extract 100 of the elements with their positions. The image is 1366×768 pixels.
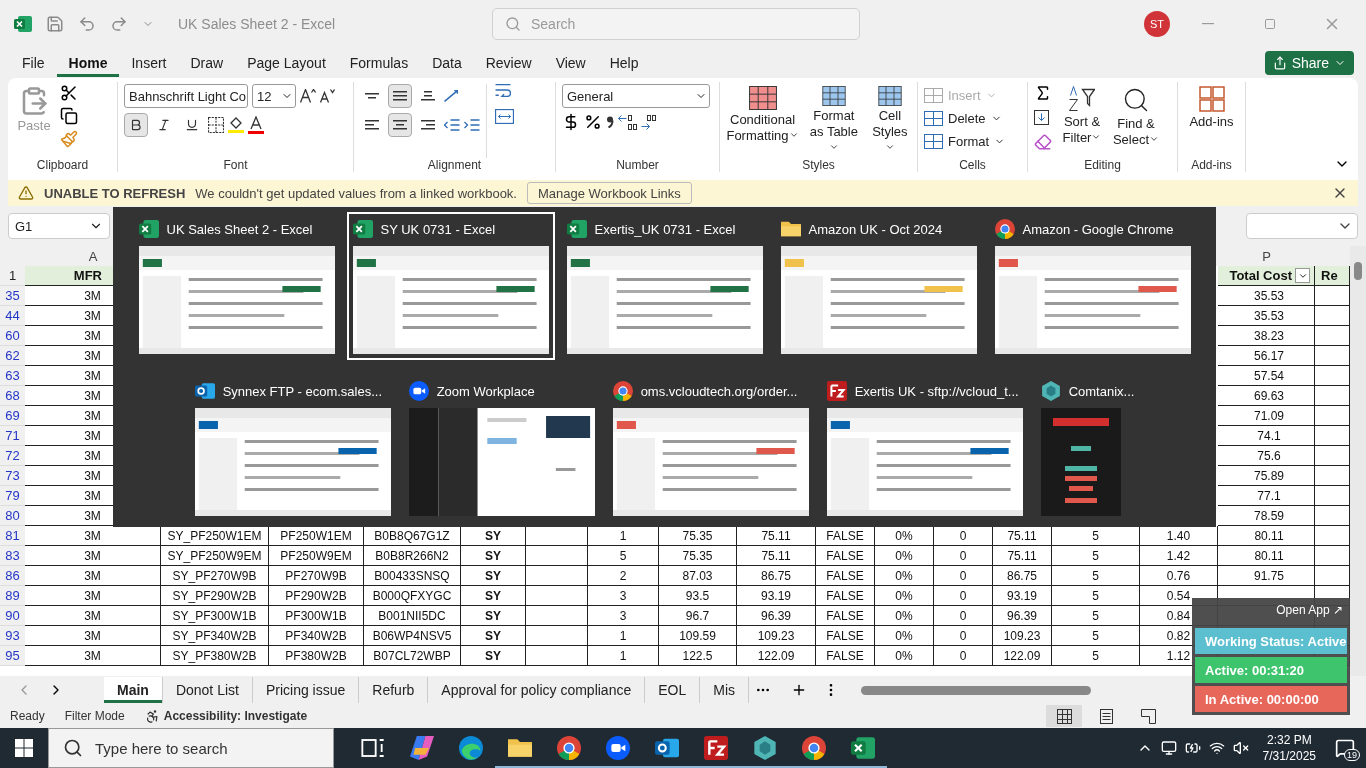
- task-view-icon: [360, 736, 385, 760]
- name-box[interactable]: G1: [8, 213, 110, 239]
- message-title: UNABLE TO REFRESH: [44, 185, 186, 201]
- menu-tab[interactable]: Data: [420, 49, 474, 77]
- user-avatar[interactable]: ST: [1144, 11, 1170, 37]
- window-switcher-item[interactable]: Zoom Workplace: [402, 374, 601, 522]
- add-ins-button[interactable]: Add-ins: [1184, 84, 1239, 158]
- save-icon[interactable]: [46, 15, 64, 33]
- font-name-field[interactable]: Bahnschrift Light Co: [124, 84, 248, 108]
- window-switcher-item[interactable]: oms.vcloudtech.org/order...: [606, 374, 815, 522]
- table-cell: FALSE: [816, 546, 875, 566]
- format-painter-icon[interactable]: [60, 130, 78, 148]
- fill-down-icon[interactable]: [1034, 110, 1049, 125]
- window-switcher-item[interactable]: Comtanix...: [1034, 374, 1141, 522]
- menu-tab[interactable]: View: [543, 49, 598, 77]
- styles-button[interactable]: Cell Styles: [868, 84, 911, 158]
- table-cell: 3M: [25, 546, 161, 566]
- table-cell: 78.59: [1218, 506, 1315, 526]
- vertical-scrollbar[interactable]: [1350, 246, 1366, 676]
- table-cell: B06WP4NSV5: [364, 626, 461, 646]
- table-cell: SY: [461, 626, 526, 646]
- add-sheet-icon[interactable]: [791, 682, 807, 698]
- table-cell: 91.75: [1218, 566, 1315, 586]
- sheet-tab[interactable]: Refurb: [359, 677, 429, 703]
- battery-icon[interactable]: [1184, 740, 1201, 756]
- borders-icon[interactable]: [208, 117, 224, 133]
- shrink-font-icon[interactable]: [320, 89, 335, 103]
- monitor-icon[interactable]: [1160, 740, 1177, 756]
- row-number: 68: [0, 386, 25, 406]
- empty-cell: [526, 606, 588, 626]
- clear-icon[interactable]: [1034, 133, 1052, 151]
- volume-muted-icon[interactable]: [1232, 740, 1249, 756]
- orientation-icon[interactable]: [444, 90, 458, 102]
- merge-cells-icon[interactable]: [495, 109, 514, 124]
- table-cell: SY_PF270W9B: [161, 566, 269, 586]
- undo-icon[interactable]: [78, 15, 96, 33]
- table-cell: SY_PF380W2B: [161, 646, 269, 666]
- cells-button[interactable]: Format: [924, 130, 1006, 152]
- manage-links-button[interactable]: Manage Workbook Links: [527, 182, 692, 204]
- sheet-tab[interactable]: Mis: [700, 677, 749, 703]
- styles-button[interactable]: Conditional Formatting: [726, 84, 800, 158]
- notifications-button[interactable]: 19: [1330, 733, 1360, 763]
- increase-decimal-icon[interactable]: [618, 114, 637, 130]
- decrease-indent-icon[interactable]: [444, 119, 460, 131]
- menu-tab[interactable]: Draw: [178, 49, 236, 77]
- styles-button[interactable]: Format as Table: [805, 84, 863, 158]
- fill-color-icon[interactable]: [228, 117, 244, 133]
- menu-tab[interactable]: Home: [56, 49, 120, 77]
- number-format-field[interactable]: General: [562, 84, 710, 108]
- taskbar-search-field[interactable]: Type here to search: [48, 728, 334, 768]
- table-cell: 77.1: [1218, 486, 1315, 506]
- table-cell: 1: [588, 626, 659, 646]
- menu-tab[interactable]: Review: [473, 49, 544, 77]
- view-button[interactable]: [1046, 705, 1082, 727]
- cut-icon[interactable]: [60, 84, 78, 102]
- accessibility-status[interactable]: Accessibility: Investigate: [163, 709, 308, 723]
- window-switcher-item[interactable]: Exertis UK - sftp://vcloud_t...: [820, 374, 1029, 522]
- sheet-tab[interactable]: Donot List: [162, 677, 253, 703]
- window-switcher-item[interactable]: SY UK 0731 - Excel: [346, 212, 555, 360]
- window-switcher-item[interactable]: Exertis_UK 0731 - Excel: [560, 212, 769, 360]
- page-break-icon: [1140, 708, 1156, 724]
- sheet-tab[interactable]: EOL: [645, 677, 701, 703]
- bold-button[interactable]: [124, 113, 148, 137]
- sheet-tab[interactable]: Pricing issue: [252, 677, 360, 703]
- network-icon[interactable]: [1208, 740, 1225, 756]
- menu-tab[interactable]: Help: [597, 49, 651, 77]
- editing-button[interactable]: Find & Select: [1112, 84, 1160, 158]
- share-button[interactable]: Share: [1264, 51, 1354, 75]
- decrease-decimal-icon[interactable]: [641, 114, 656, 130]
- grow-font-icon[interactable]: [300, 89, 316, 103]
- cells-button[interactable]: Delete: [924, 107, 1006, 129]
- middle-align-button[interactable]: [388, 84, 412, 108]
- window-switcher-item[interactable]: Amazon UK - Oct 2024: [774, 212, 983, 360]
- font-color-icon[interactable]: [248, 116, 264, 134]
- open-app-link[interactable]: Open App ↗: [1272, 601, 1347, 625]
- copy-icon[interactable]: [60, 107, 78, 125]
- window-switcher-item[interactable]: Amazon - Google Chrome: [988, 212, 1197, 360]
- sheet-tab[interactable]: Main: [104, 677, 163, 703]
- table-cell: SY_PF250W9EM: [161, 546, 269, 566]
- editing-button[interactable]: Sort & Filter: [1058, 84, 1106, 158]
- percent-icon[interactable]: [584, 113, 602, 131]
- sheet-tab[interactable]: Approval for policy compliance: [428, 677, 646, 703]
- redo-icon[interactable]: [110, 15, 128, 33]
- filter-button[interactable]: [1295, 268, 1310, 283]
- center-button[interactable]: [388, 113, 412, 137]
- menu-tab[interactable]: Page Layout: [235, 49, 338, 77]
- wrap-text-icon[interactable]: [495, 84, 511, 97]
- comma-style-icon[interactable]: [606, 116, 614, 128]
- clock[interactable]: 2:32 PM 7/31/2025: [1262, 732, 1316, 764]
- ftp-app-icon: [826, 381, 847, 401]
- menu-tab[interactable]: Insert: [119, 49, 179, 77]
- menu-tab[interactable]: File: [10, 49, 57, 77]
- table-cell: 0: [934, 646, 993, 666]
- font-size-field[interactable]: 12: [252, 84, 296, 108]
- table-grid-icon: [875, 86, 904, 106]
- table-cell: 0: [934, 606, 993, 626]
- menu-tab[interactable]: Formulas: [337, 49, 421, 77]
- window-switcher-item[interactable]: Synnex FTP - ecom.sales...: [188, 374, 397, 522]
- increase-indent-icon[interactable]: [464, 119, 480, 131]
- spreadsheet-app-icon: [566, 219, 587, 239]
